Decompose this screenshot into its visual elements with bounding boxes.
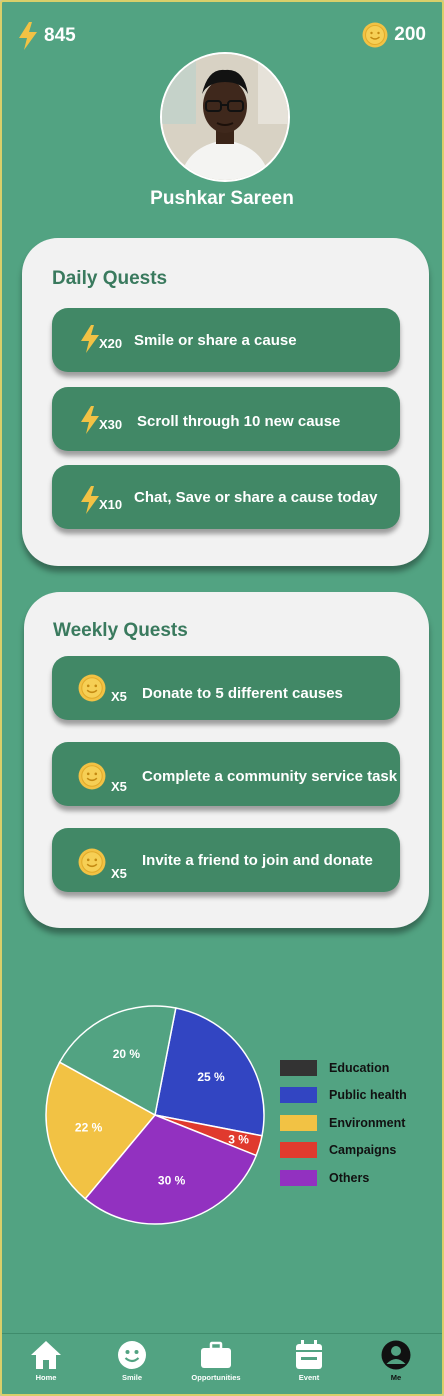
energy-counter: 845 <box>18 22 76 50</box>
nav-item-home[interactable]: Home <box>11 1340 81 1382</box>
pie-label: 22 % <box>75 1120 103 1134</box>
quest-text: Donate to 5 different causes <box>142 685 343 702</box>
smiley-coin-icon <box>78 674 106 702</box>
quest-multiplier: X10 <box>99 497 123 512</box>
nav-item-opportunities[interactable]: Opportunities <box>181 1340 251 1382</box>
quest-multiplier: X5 <box>111 866 127 881</box>
weekly-quests-title: Weekly Quests <box>53 620 188 641</box>
daily-quest-item[interactable]: X10 Chat, Save or share a cause today <box>52 465 400 529</box>
weekly-quest-item[interactable]: X5 Complete a community service task <box>52 742 400 806</box>
legend-label: Public health <box>329 1088 407 1103</box>
quest-text: Smile or share a cause <box>134 332 297 349</box>
lightning-bolt-icon <box>19 22 37 50</box>
pie-label: 3 % <box>228 1133 249 1147</box>
nav-item-event[interactable]: Event <box>274 1340 344 1382</box>
nav-item-smile[interactable]: Smile <box>97 1340 167 1382</box>
quest-multiplier: X20 <box>99 336 123 351</box>
pie-label: 30 % <box>158 1174 186 1188</box>
legend-label: Education <box>329 1060 390 1075</box>
legend-swatch <box>280 1169 317 1186</box>
pie-label: 20 % <box>113 1047 141 1061</box>
profile-photo <box>162 54 288 180</box>
weekly-quest-item[interactable]: X5 Invite a friend to join and donate <box>52 828 400 892</box>
legend-swatch <box>280 1059 317 1076</box>
lightning-bolt-icon <box>81 325 99 353</box>
nav-label: Event <box>298 1373 320 1382</box>
daily-quest-item[interactable]: X30 Scroll through 10 new cause <box>52 387 400 451</box>
profile-avatar[interactable] <box>160 52 290 182</box>
briefcase-icon <box>201 1341 231 1368</box>
legend-label: Others <box>329 1170 370 1185</box>
nav-label: Opportunities <box>191 1373 241 1382</box>
quest-text: Invite a friend to join and donate <box>142 852 373 869</box>
pie-label: 25 % <box>197 1070 225 1084</box>
nav-label: Home <box>35 1373 57 1382</box>
app-screen: 845 200 Pushkar Sareen Daily Quests X20 … <box>0 0 444 1396</box>
daily-quests-title: Daily Quests <box>52 268 168 289</box>
chart-legend: Education Public health Environment Camp… <box>280 1054 407 1192</box>
nav-label: Me <box>390 1373 402 1382</box>
coin-value: 200 <box>394 24 426 45</box>
smiley-coin-icon <box>362 22 388 48</box>
legend-label: Environment <box>329 1115 406 1130</box>
legend-item: Campaigns <box>280 1137 407 1165</box>
calendar-icon <box>296 1340 322 1369</box>
quest-text: Scroll through 10 new cause <box>137 413 341 430</box>
lightning-bolt-icon <box>81 406 99 434</box>
legend-item: Others <box>280 1164 407 1192</box>
lightning-bolt-icon <box>81 486 99 514</box>
smiley-coin-icon <box>78 848 106 876</box>
coin-counter: 200 <box>362 22 426 48</box>
weekly-quest-item[interactable]: X5 Donate to 5 different causes <box>52 656 400 720</box>
legend-swatch <box>280 1142 317 1159</box>
smiley-coin-icon <box>78 762 106 790</box>
legend-swatch <box>280 1114 317 1131</box>
quest-multiplier: X5 <box>111 779 127 794</box>
quest-multiplier: X30 <box>99 417 123 432</box>
user-icon <box>381 1340 411 1370</box>
daily-quest-item[interactable]: X20 Smile or share a cause <box>52 308 400 372</box>
quest-text: Complete a community service task <box>142 768 398 785</box>
home-icon <box>31 1341 61 1369</box>
bottom-navigation: Home Smile Opportunities Event Me <box>2 1333 442 1394</box>
nav-item-me[interactable]: Me <box>361 1340 431 1382</box>
smile-icon <box>118 1341 146 1369</box>
legend-item: Environment <box>280 1109 407 1137</box>
legend-item: Education <box>280 1054 407 1082</box>
legend-swatch <box>280 1087 317 1104</box>
legend-label: Campaigns <box>329 1143 397 1158</box>
weekly-quests-card: Weekly Quests X5 Donate to 5 different c… <box>24 592 429 928</box>
energy-value: 845 <box>44 25 76 46</box>
legend-item: Public health <box>280 1082 407 1110</box>
daily-quests-card: Daily Quests X20 Smile or share a cause … <box>22 238 429 566</box>
quest-multiplier: X5 <box>111 689 127 704</box>
profile-name: Pushkar Sareen <box>150 188 294 209</box>
cause-distribution-pie-chart: 25 % 3 % 30 % 22 % 20 % <box>45 1005 265 1225</box>
quest-text: Chat, Save or share a cause today <box>134 489 378 506</box>
nav-label: Smile <box>121 1373 142 1382</box>
